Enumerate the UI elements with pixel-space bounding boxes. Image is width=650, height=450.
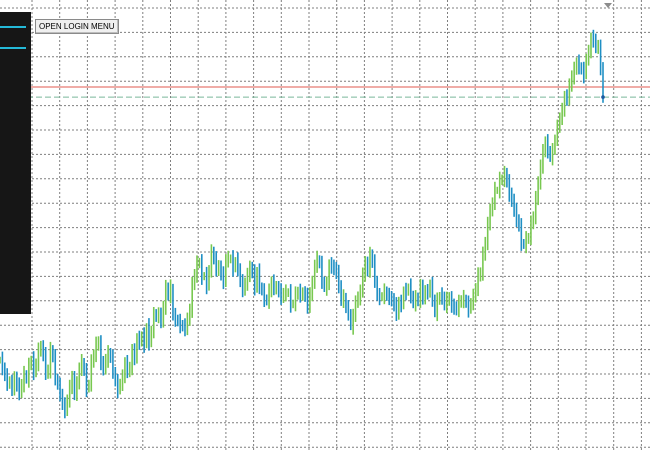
trading-panel [0, 12, 31, 314]
chart-canvas[interactable] [0, 0, 650, 450]
panel-indicator-line [0, 26, 26, 28]
last-price-marker [601, 95, 605, 99]
open-login-menu-button[interactable]: OPEN LOGIN MENU [35, 19, 119, 34]
panel-indicator-line [0, 47, 26, 49]
price-chart[interactable] [0, 0, 650, 450]
chart-shift-marker-icon[interactable] [604, 3, 612, 8]
